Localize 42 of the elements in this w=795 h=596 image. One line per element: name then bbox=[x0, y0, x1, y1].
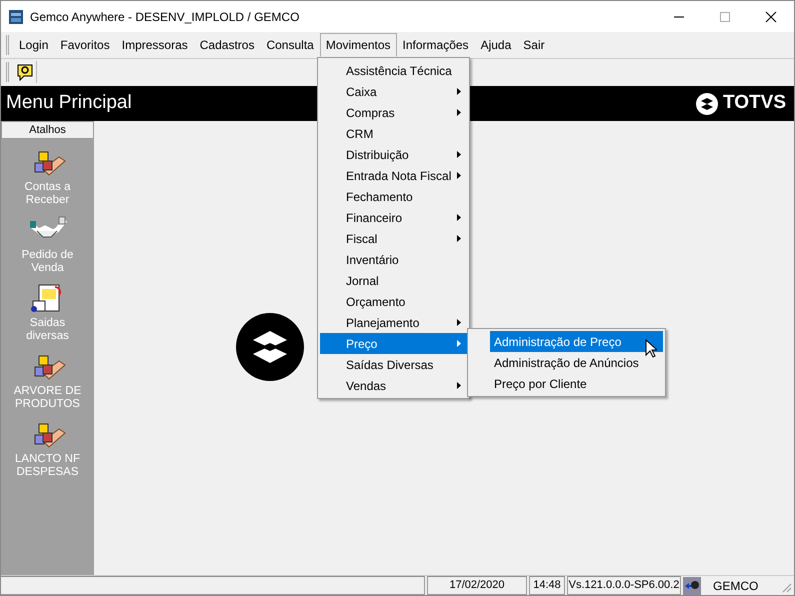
menu-option[interactable]: Entrada Nota Fiscal bbox=[320, 165, 467, 186]
sidebar-header: Atalhos bbox=[1, 121, 94, 139]
menu-item[interactable]: Impressoras bbox=[116, 33, 194, 57]
menu-option[interactable]: Caixa bbox=[320, 81, 467, 102]
menu-option[interactable]: Fechamento bbox=[320, 186, 467, 207]
cursor-icon bbox=[645, 339, 657, 358]
close-icon bbox=[765, 10, 777, 22]
menu-option[interactable]: Compras bbox=[320, 102, 467, 123]
menu-option[interactable]: Preço por Cliente bbox=[470, 373, 663, 394]
menu-option[interactable]: Administração de Preço bbox=[490, 331, 663, 352]
menu-item[interactable]: Cadastros bbox=[194, 33, 260, 57]
menu-option[interactable]: Assistência Técnica bbox=[320, 60, 467, 81]
window-title: Gemco Anywhere - DESENV_IMPLOLD / GEMCO bbox=[30, 8, 300, 26]
status-cell: Vs.121.0.0.0-SP6.00.2 bbox=[567, 576, 681, 595]
menu-option[interactable]: Preço bbox=[320, 333, 467, 354]
menu-item[interactable]: Sair bbox=[517, 33, 551, 57]
app-icon bbox=[8, 8, 24, 24]
menu-option[interactable]: Inventário bbox=[320, 249, 467, 270]
menu-option[interactable]: Saídas Diversas bbox=[320, 354, 467, 375]
menu-option[interactable]: Orçamento bbox=[320, 291, 467, 312]
brand-logo: TOTVS bbox=[695, 89, 786, 118]
status-cell: 14:48 bbox=[529, 576, 565, 595]
status-cell: 17/02/2020 bbox=[427, 576, 527, 595]
menu-option[interactable]: Financeiro bbox=[320, 207, 467, 228]
menu-item[interactable]: Consulta bbox=[260, 33, 320, 57]
header-title: Menu Principal bbox=[6, 91, 132, 116]
logo-icon bbox=[235, 312, 305, 382]
menu-option[interactable]: Jornal bbox=[320, 270, 467, 291]
menu-item[interactable]: Movimentos bbox=[320, 33, 397, 57]
resize-grip-icon[interactable] bbox=[782, 583, 792, 593]
maximize-icon bbox=[719, 10, 731, 22]
menu-option[interactable]: Administração de Anúncios bbox=[470, 352, 663, 373]
menu-option[interactable]: Distribuição bbox=[320, 144, 467, 165]
menu-item[interactable]: Login bbox=[13, 33, 54, 57]
status-cell-text: GEMCO bbox=[712, 578, 760, 594]
menu-option[interactable]: Vendas bbox=[320, 375, 467, 396]
menu-item[interactable]: Informações bbox=[396, 33, 475, 57]
menu-option[interactable]: CRM bbox=[320, 123, 467, 144]
menu-option[interactable]: Planejamento bbox=[320, 312, 467, 333]
menu-item[interactable]: Favoritos bbox=[54, 33, 116, 57]
menu-option[interactable]: Fiscal bbox=[320, 228, 467, 249]
menu-item[interactable]: Ajuda bbox=[474, 33, 518, 57]
